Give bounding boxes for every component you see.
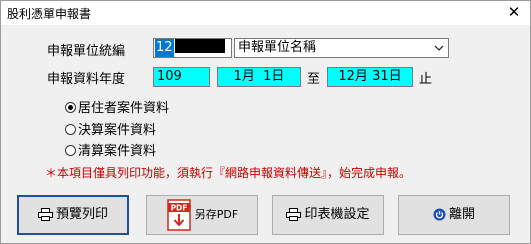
chevron-down-icon[interactable] <box>433 40 445 56</box>
printer-setup-button[interactable]: 印表機設定 <box>272 195 384 235</box>
printer-icon <box>37 208 53 221</box>
unit-id-field[interactable]: 12 <box>153 38 232 58</box>
year-label: 申報資料年度 <box>47 72 126 87</box>
save-pdf-label: 另存PDF <box>194 208 239 221</box>
pdf-icon: PDF <box>167 198 191 231</box>
unit-name-value: 申報單位名稱 <box>238 40 317 55</box>
date-end-separator: 止 <box>419 72 433 87</box>
date-to-separator: 至 <box>307 72 321 87</box>
radio-settlement[interactable]: 決算案件資料 <box>65 123 156 139</box>
exit-button[interactable]: 離開 <box>398 195 510 235</box>
radio-label: 清算案件資料 <box>78 144 157 159</box>
radio-dot-selected[interactable] <box>65 102 76 113</box>
save-pdf-button[interactable]: PDF 另存PDF <box>146 195 258 235</box>
window-title: 股利憑單申報書 <box>7 7 92 21</box>
preview-print-label: 預覽列印 <box>55 207 108 222</box>
printer-setup-label: 印表機設定 <box>304 207 370 222</box>
power-icon <box>433 208 446 221</box>
date-to-field[interactable]: 12月 31日 <box>327 67 413 87</box>
redacted-block <box>174 39 225 53</box>
warning-text: ＊本項目僅具列印功能，須執行『網路申報資料傳送』，始完成申報。 <box>45 166 412 180</box>
radio-label: 居住者案件資料 <box>78 101 170 116</box>
printer-icon <box>286 208 302 221</box>
dialog-window: 股利憑單申報書 ✕ 申報單位統編 12 申報單位名稱 申報資料年度 109 1月… <box>0 0 531 244</box>
radio-dot[interactable] <box>65 124 76 135</box>
preview-print-button[interactable]: 預覽列印 <box>17 195 129 235</box>
pdf-icon-text: PDF <box>170 203 187 212</box>
unit-name-combo[interactable]: 申報單位名稱 <box>234 38 449 58</box>
close-button[interactable]: ✕ <box>504 2 524 22</box>
date-from-field[interactable]: 1月 1日 <box>217 67 301 87</box>
radio-liquidation[interactable]: 清算案件資料 <box>65 144 156 160</box>
exit-label: 離開 <box>448 207 475 222</box>
unit-id-value: 12 <box>155 39 174 57</box>
radio-resident[interactable]: 居住者案件資料 <box>65 101 169 117</box>
radio-label: 決算案件資料 <box>78 123 157 138</box>
title-bar: 股利憑單申報書 ✕ <box>1 1 530 25</box>
year-field[interactable]: 109 <box>153 67 210 87</box>
unit-id-label: 申報單位統編 <box>47 44 126 59</box>
radio-dot[interactable] <box>65 145 76 156</box>
